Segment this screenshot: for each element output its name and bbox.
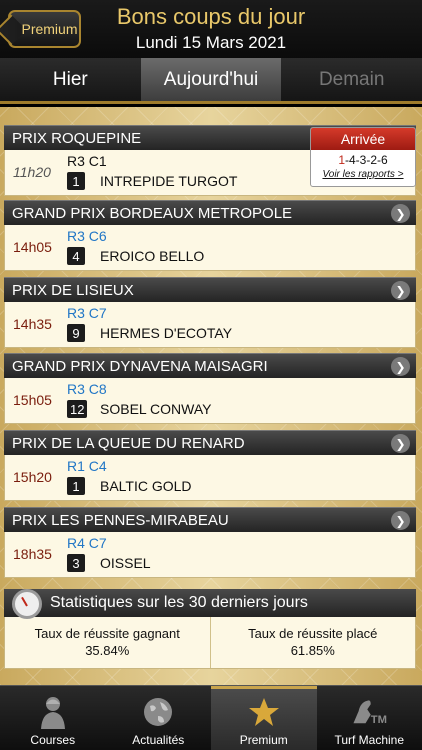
tab-turf-machine[interactable]: TM Turf Machine [317, 686, 422, 750]
horse-name: BALTIC GOLD [100, 478, 192, 494]
page-title: Bons coups du jour [116, 4, 306, 29]
arrivee-badge[interactable]: Arrivée 1-4-3-2-6 Voir les rapports > [310, 127, 416, 187]
horse-name: SOBEL CONWAY [100, 401, 212, 417]
race-meeting: R3 C1 [67, 153, 107, 169]
race-details: 15h05 R3 C8 12 SOBEL CONWAY [4, 378, 416, 424]
race-meeting: R4 C7 [67, 535, 107, 551]
race-time: 14h05 [13, 239, 52, 255]
race-title: PRIX LES PENNES-MIRABEAU ❯ [4, 507, 416, 532]
race-name: GRAND PRIX DYNAVENA MAISAGRI [12, 357, 268, 375]
horse-name: EROICO BELLO [100, 248, 205, 264]
stats-title: Statistiques sur les 30 derniers jours [50, 594, 308, 611]
star-icon [245, 694, 283, 730]
tab-aujourdhui[interactable]: Aujourd'hui [140, 58, 282, 101]
stats-panel: Statistiques sur les 30 derniers jours T… [4, 589, 416, 669]
globe-icon [139, 694, 177, 730]
arrivee-order: 1-4-3-2-6 [311, 153, 415, 167]
stopwatch-icon [12, 589, 42, 619]
horse-name: INTREPIDE TURGOT [100, 173, 238, 189]
race-title: GRAND PRIX DYNAVENA MAISAGRI ❯ [4, 353, 416, 378]
jockey-icon [34, 694, 72, 730]
race-meeting: R3 C6 [67, 228, 107, 244]
race-title: PRIX DE LISIEUX ❯ [4, 277, 416, 302]
race-time: 18h35 [13, 546, 52, 562]
tab-premium[interactable]: Premium [211, 686, 317, 750]
bottom-tab-bar: Courses Actualités Premium TM Turf Machi… [0, 685, 422, 750]
race-name: PRIX DE LA QUEUE DU RENARD [12, 434, 245, 452]
race-card[interactable]: PRIX DE LA QUEUE DU RENARD ❯ 15h20 R1 C4 … [4, 430, 416, 501]
horse-number: 3 [67, 554, 85, 572]
stat-place-label: Taux de réussite placé [248, 626, 378, 641]
chevron-right-icon[interactable]: ❯ [391, 281, 410, 300]
tab-demain[interactable]: Demain [281, 58, 422, 101]
race-time: 15h05 [13, 392, 52, 408]
race-title: GRAND PRIX BORDEAUX METROPOLE ❯ [4, 200, 416, 225]
chevron-right-icon[interactable]: ❯ [391, 357, 410, 376]
race-time: 15h20 [13, 469, 52, 485]
premium-back-button[interactable]: Premium [8, 10, 81, 48]
tm-horse-icon: TM [350, 694, 388, 730]
chevron-right-icon[interactable]: ❯ [391, 434, 410, 453]
chevron-right-icon[interactable]: ❯ [391, 511, 410, 530]
stat-place: Taux de réussite placé 61.85% [209, 617, 416, 668]
stat-place-value: 61.85% [290, 643, 335, 658]
arrivee-first: 1 [338, 153, 345, 167]
stat-gagnant: Taux de réussite gagnant 35.84% [5, 617, 210, 668]
stats-body: Taux de réussite gagnant 35.84% Taux de … [4, 617, 416, 669]
tab-hier[interactable]: Hier [0, 58, 141, 101]
tab-premium-label: Premium [239, 733, 288, 747]
header: Premium Bons coups du jour Lundi 15 Mars… [0, 0, 422, 58]
horse-number: 12 [67, 400, 88, 418]
tab-actualites[interactable]: Actualités [106, 686, 212, 750]
horse-number: 1 [67, 477, 85, 495]
day-tabs: Hier Aujourd'hui Demain [0, 58, 422, 104]
race-card[interactable]: GRAND PRIX DYNAVENA MAISAGRI ❯ 15h05 R3 C… [4, 353, 416, 424]
page-date: Lundi 15 Mars 2021 [135, 33, 287, 52]
stat-gagnant-value: 35.84% [85, 643, 130, 658]
race-card[interactable]: PRIX LES PENNES-MIRABEAU ❯ 18h35 R4 C7 3 … [4, 507, 416, 578]
race-name: PRIX DE LISIEUX [12, 281, 134, 299]
horse-name: OISSEL [100, 555, 151, 571]
race-meeting: R3 C7 [67, 305, 107, 321]
premium-back-label: Premium [21, 21, 78, 37]
race-time: 11h20 [13, 164, 51, 180]
race-card[interactable]: PRIX DE LISIEUX ❯ 14h35 R3 C7 9 HERMES D'… [4, 277, 416, 348]
tab-actualites-label: Actualités [132, 733, 185, 747]
race-time: 14h35 [13, 316, 52, 332]
race-details: 18h35 R4 C7 3 OISSEL [4, 532, 416, 578]
tab-courses-label: Courses [30, 733, 76, 747]
horse-number: 9 [67, 324, 85, 342]
race-details: 14h05 R3 C6 4 EROICO BELLO [4, 225, 416, 271]
race-title: PRIX DE LA QUEUE DU RENARD ❯ [4, 430, 416, 455]
race-details: 15h20 R1 C4 1 BALTIC GOLD [4, 455, 416, 501]
horse-number: 1 [67, 172, 85, 190]
arrivee-rest: -4-3-2-6 [345, 153, 388, 167]
chevron-right-icon[interactable]: ❯ [391, 204, 410, 223]
arrivee-title: Arrivée [311, 128, 415, 150]
horse-number: 4 [67, 247, 85, 265]
tab-turf-machine-label: Turf Machine [334, 733, 405, 747]
race-details: 14h35 R3 C7 9 HERMES D'ECOTAY [4, 302, 416, 348]
voir-rapports-link[interactable]: Voir les rapports > [311, 169, 415, 180]
race-card[interactable]: GRAND PRIX BORDEAUX METROPOLE ❯ 14h05 R3 … [4, 200, 416, 271]
race-name: PRIX ROQUEPINE [12, 129, 142, 147]
horse-name: HERMES D'ECOTAY [100, 325, 233, 341]
tab-courses[interactable]: Courses [0, 686, 106, 750]
svg-text:TM: TM [371, 714, 387, 726]
race-name: GRAND PRIX BORDEAUX METROPOLE [12, 204, 293, 222]
race-name: PRIX LES PENNES-MIRABEAU [12, 511, 229, 529]
race-meeting: R3 C8 [67, 381, 107, 397]
stats-header: Statistiques sur les 30 derniers jours [4, 589, 416, 619]
race-meeting: R1 C4 [67, 458, 107, 474]
stat-gagnant-label: Taux de réussite gagnant [34, 626, 180, 641]
